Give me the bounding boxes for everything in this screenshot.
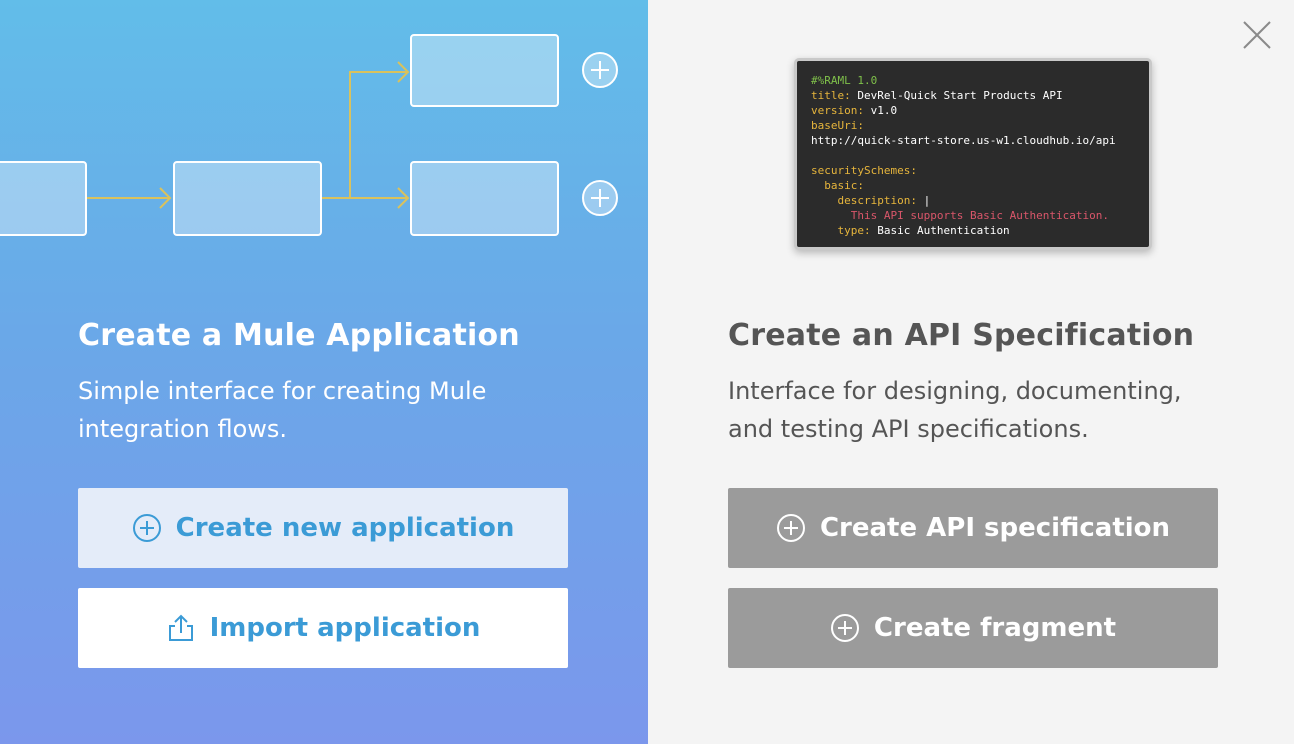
code-value: http://quick-start-store.us-w1.cloudhub.…: [811, 134, 1116, 147]
flow-diagram-illustration: [0, 34, 618, 236]
code-key: securitySchemes:: [811, 164, 917, 177]
import-application-button[interactable]: Import application: [78, 588, 568, 668]
code-string: This API supports Basic Authentication.: [811, 209, 1110, 222]
flow-node-1: [0, 161, 87, 236]
close-icon: [1243, 21, 1271, 49]
code-comment: #%RAML 1.0: [811, 74, 878, 87]
create-api-specification-button[interactable]: Create API specification: [728, 488, 1218, 568]
code-value: v1.0: [863, 104, 898, 117]
api-spec-description: Interface for designing, documenting, an…: [728, 377, 1182, 443]
flow-node-3: [410, 34, 559, 107]
code-value: |: [916, 194, 931, 207]
code-value: Basic Authentication: [870, 224, 1010, 237]
import-application-label: Import application: [209, 613, 481, 643]
create-api-specification-label: Create API specification: [819, 513, 1171, 543]
plus-circle-icon: [776, 513, 806, 543]
add-step-icon: [582, 180, 618, 216]
close-button[interactable]: [1242, 20, 1272, 50]
mule-app-title: Create a Mule Application: [78, 318, 520, 353]
code-key: basic:: [811, 179, 864, 192]
code-key: title:: [811, 89, 851, 102]
mule-application-panel: Create a Mule Application Simple interfa…: [0, 0, 648, 744]
add-step-icon: [582, 52, 618, 88]
plus-circle-icon: [132, 513, 162, 543]
code-key: type:: [811, 224, 871, 237]
api-spec-title: Create an API Specification: [728, 318, 1195, 353]
create-new-application-label: Create new application: [175, 513, 515, 543]
create-fragment-button[interactable]: Create fragment: [728, 588, 1218, 668]
flow-node-4: [410, 161, 559, 236]
flow-node-2: [173, 161, 322, 236]
code-key: version:: [811, 104, 864, 117]
mule-app-description: Simple interface for creating Mule integ…: [78, 377, 487, 443]
raml-code-preview: #%RAML 1.0 title: DevRel-Quick Start Prod…: [794, 58, 1152, 250]
code-key: baseUri:: [811, 119, 864, 132]
create-fragment-label: Create fragment: [873, 613, 1117, 643]
upload-icon: [166, 613, 196, 643]
api-specification-panel: #%RAML 1.0 title: DevRel-Quick Start Prod…: [648, 0, 1294, 744]
create-new-application-button[interactable]: Create new application: [78, 488, 568, 568]
plus-circle-icon: [830, 613, 860, 643]
code-value: DevRel-Quick Start Products API: [850, 89, 1063, 102]
code-key: description:: [811, 194, 917, 207]
